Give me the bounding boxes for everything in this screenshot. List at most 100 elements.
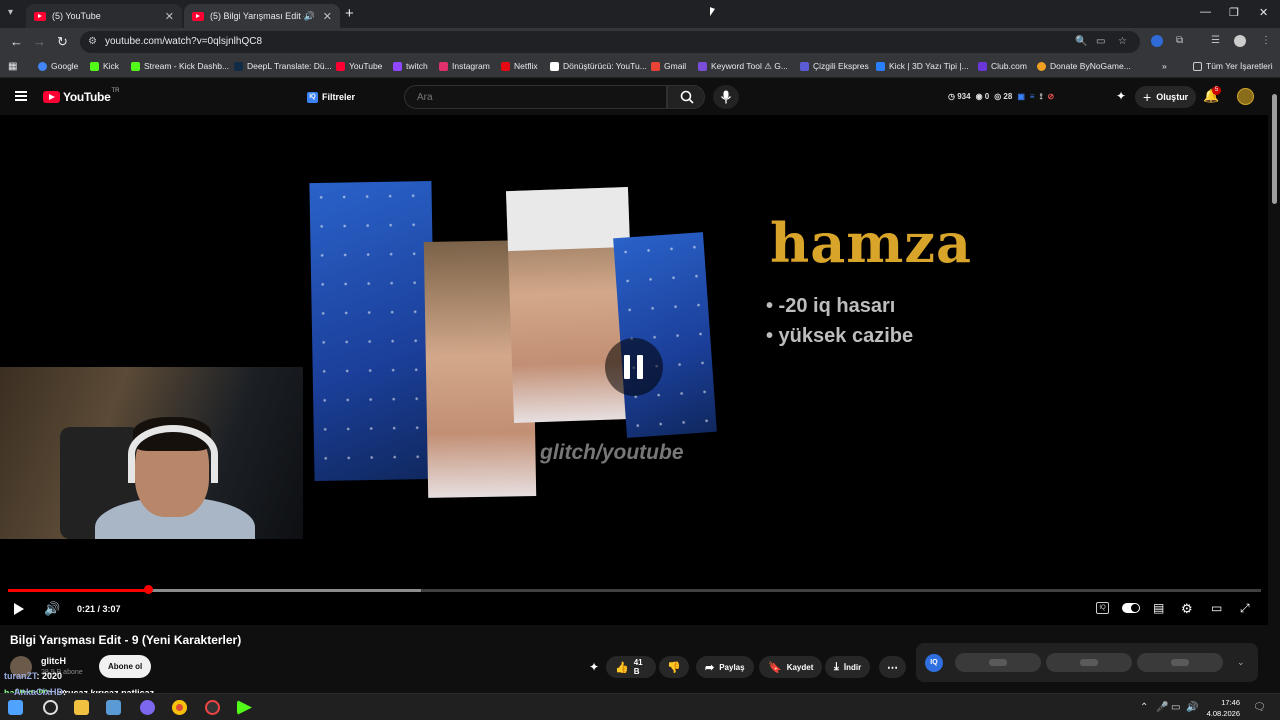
settings-gear-icon[interactable]: ⚙ [1181, 601, 1193, 617]
bookmark-donate[interactable]: Donate ByNoGame... [1037, 61, 1131, 71]
fullscreen-icon[interactable]: ⤢ [1240, 601, 1250, 616]
bookmark-netflix[interactable]: Netflix [501, 61, 538, 71]
bookmark-keyword-tool[interactable]: Keyword Tool ⚠ G... [698, 61, 788, 72]
address-bar[interactable]: ⚙ youtube.com/watch?v=0qlsjnlhQC8 🔍 ▭ ☆ [80, 31, 1140, 53]
autoplay-toggle[interactable] [1122, 603, 1140, 613]
bookmark-gmail[interactable]: Gmail [651, 61, 686, 71]
search-box[interactable] [404, 85, 667, 109]
dislike-button[interactable]: 👎 [659, 656, 689, 678]
reload-icon[interactable]: ↻ [57, 34, 68, 50]
share-label: Paylaş [719, 662, 745, 672]
create-button[interactable]: + Oluştur [1135, 86, 1197, 108]
bookmark-converter[interactable]: Dönüştürücü: YouTu... [550, 61, 647, 71]
iq-side-icon[interactable]: IQ [925, 654, 943, 672]
download-button[interactable]: ⤓ İndir [825, 656, 871, 678]
menu-hamburger-icon[interactable] [15, 91, 27, 101]
bookmark-stream-kick[interactable]: Stream - Kick Dashb... [131, 61, 229, 71]
share-button[interactable]: ➦ Paylaş [696, 656, 754, 678]
voice-search-button[interactable] [713, 85, 739, 109]
list-icon[interactable]: ≡ [1030, 92, 1035, 102]
bookmark-deepl[interactable]: DeepL Translate: Dü... [234, 61, 332, 71]
bookmark-instagram[interactable]: Instagram [439, 61, 490, 71]
theater-mode-icon[interactable]: ▭ [1211, 601, 1222, 615]
video-progress-bar[interactable] [8, 585, 1261, 594]
more-actions-button[interactable]: ⋯ [879, 656, 906, 678]
more-bookmarks-icon[interactable]: » [1162, 61, 1167, 71]
close-tab-icon[interactable]: ✕ [165, 10, 174, 23]
discord-icon[interactable] [140, 700, 155, 715]
site-info-icon[interactable]: ⚙ [88, 36, 97, 47]
all-bookmarks-folder[interactable]: Tüm Yer İşaretleri [1193, 61, 1273, 71]
notification-center-icon[interactable]: 🗨 [1253, 702, 1266, 713]
youtube-logo[interactable]: YouTube TR [43, 88, 119, 104]
close-window-icon[interactable]: ✕ [1259, 6, 1268, 19]
pause-indicator-icon[interactable] [605, 338, 663, 396]
forward-icon[interactable]: → [33, 34, 46, 49]
bookmark-cizgili[interactable]: Çizgili Ekspres [800, 61, 869, 71]
pin-icon[interactable]: ⟟ [1040, 92, 1043, 102]
close-tab-icon[interactable]: ✕ [323, 10, 332, 23]
bookmark-club[interactable]: Club.com [978, 61, 1027, 71]
iq-toolbar-icon[interactable]: ▣ [1017, 92, 1025, 102]
clock-time: 17:46 [1221, 698, 1240, 707]
bookmark-kick-3d[interactable]: Kick | 3D Yazı Tipi |... [876, 61, 969, 71]
obs-icon[interactable] [205, 700, 220, 715]
subtitles-icon[interactable]: ▤ [1153, 601, 1164, 615]
download-label: İndir [843, 662, 862, 672]
browser-menu-icon[interactable]: ⋮ [1261, 35, 1271, 46]
account-avatar[interactable] [1237, 88, 1254, 105]
subscribe-button[interactable]: Abone ol [99, 655, 152, 678]
minimize-icon[interactable]: — [1200, 6, 1211, 18]
iq-player-icon[interactable]: IQ [1096, 602, 1109, 614]
like-button[interactable]: 👍 41 B [606, 656, 656, 678]
side-chip[interactable] [955, 653, 1041, 672]
cast-icon[interactable]: ▭ [1096, 36, 1105, 47]
save-button[interactable]: 🔖 Kaydet [759, 656, 823, 678]
chevron-down-icon[interactable]: ⌄ [1237, 657, 1245, 668]
side-chip[interactable] [1046, 653, 1132, 672]
file-explorer-icon[interactable] [74, 700, 89, 715]
new-tab-button[interactable]: + [345, 5, 354, 22]
apps-grid-icon[interactable]: ▦ [8, 61, 17, 72]
browser-tab-video[interactable]: (5) Bilgi Yarışması Edit - 9 (Y 🔊 ✕ [184, 4, 340, 28]
scrollbar-thumb[interactable] [1272, 94, 1277, 204]
bookmark-twitch[interactable]: twitch [393, 61, 428, 71]
chrome-icon[interactable] [172, 700, 187, 715]
start-icon[interactable] [8, 700, 23, 715]
browser-tab-youtube[interactable]: (5) YouTube ✕ [26, 4, 182, 28]
clip-extension-icon[interactable]: ✦ [589, 660, 599, 674]
search-button[interactable] [667, 85, 705, 109]
bookmark-youtube[interactable]: YouTube [336, 61, 382, 71]
kick-studio-icon[interactable] [237, 700, 252, 715]
channel-name[interactable]: glitcH [41, 656, 66, 666]
profile-icon[interactable] [1234, 35, 1246, 47]
page-scrollbar[interactable] [1270, 88, 1278, 688]
microphone-tray-icon[interactable]: 🎤 [1156, 702, 1168, 713]
network-icon[interactable]: ▭ [1171, 702, 1180, 713]
zoom-icon[interactable]: 🔍 [1075, 36, 1087, 47]
search-input[interactable] [405, 86, 666, 108]
bookmark-google[interactable]: Google [38, 61, 78, 71]
cast-extension-icon[interactable]: ✦ [1116, 89, 1126, 103]
back-icon[interactable]: ← [10, 34, 23, 49]
tray-expand-icon[interactable]: ⌃ [1140, 702, 1148, 713]
bookmark-kick[interactable]: Kick [90, 61, 119, 71]
url-text[interactable]: youtube.com/watch?v=0qlsjnlhQC8 [105, 36, 262, 47]
speaker-icon[interactable]: 🔊 [304, 11, 315, 22]
reading-list-icon[interactable]: ☰ [1211, 35, 1220, 46]
video-player[interactable]: hamza • -20 iq hasarı • yüksek cazibe gl… [0, 115, 1268, 625]
speaker-tray-icon[interactable]: 🔊 [1186, 702, 1198, 713]
bookmark-star-icon[interactable]: ☆ [1118, 36, 1127, 47]
filters-button[interactable]: IQ Filtreler [301, 87, 361, 107]
search-taskbar-icon[interactable] [43, 700, 58, 715]
extensions-puzzle-icon[interactable]: ⧉ [1176, 35, 1183, 46]
side-chip[interactable] [1137, 653, 1223, 672]
mute-bell-icon[interactable]: ⊘ [1048, 92, 1055, 102]
system-clock[interactable]: 17:46 4.08.2026 [1198, 697, 1240, 719]
volume-icon[interactable]: 🔊 [44, 601, 60, 617]
maximize-icon[interactable]: ❐ [1229, 6, 1239, 19]
tab-search-icon[interactable]: ▾ [8, 7, 13, 18]
play-button-icon[interactable] [14, 603, 24, 615]
app-icon[interactable] [106, 700, 121, 715]
extension-icon[interactable] [1151, 35, 1163, 47]
